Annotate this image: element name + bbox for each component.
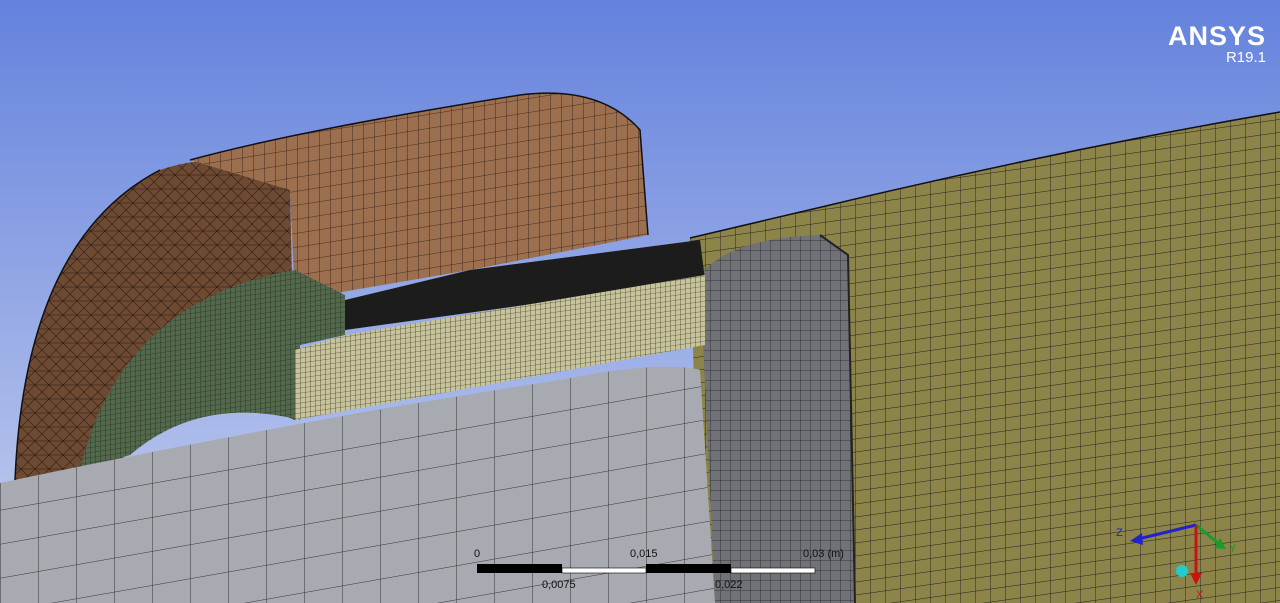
y-axis-line xyxy=(1195,523,1219,545)
scale-label-00075: 0,0075 xyxy=(542,579,576,591)
graphics-viewport[interactable]: ANSYS R19.1 0 0,015 0,03 (m) 0,0075 0,02… xyxy=(0,0,1280,603)
x-axis-arrow xyxy=(1190,573,1202,585)
scale-bar-graphic xyxy=(477,564,816,574)
z-axis-label: Z xyxy=(1116,527,1123,539)
scale-segment-1 xyxy=(477,564,562,573)
logo-version: R19.1 xyxy=(1225,49,1266,66)
scale-segment-4 xyxy=(730,567,816,574)
scale-label-0015: 0,015 xyxy=(630,548,658,560)
x-axis-label: X xyxy=(1196,589,1204,601)
logo-brand: ANSYS xyxy=(1167,21,1266,51)
scale-bar: 0 0,015 0,03 (m) 0,0075 0,022 xyxy=(470,545,850,603)
scale-label-003: 0,03 (m) xyxy=(803,548,844,560)
triad-origin-sphere xyxy=(1176,565,1188,577)
triad-graphic xyxy=(1130,523,1226,585)
mesh-model-view[interactable] xyxy=(0,0,1280,603)
scale-label-0: 0 xyxy=(474,548,481,560)
ansys-logo: ANSYS R19.1 xyxy=(1168,22,1266,66)
y-axis-label: Y xyxy=(1229,543,1237,555)
coordinate-triad[interactable]: Z Y X xyxy=(1110,505,1240,603)
z-axis-arrow xyxy=(1130,533,1143,545)
scale-segment-3 xyxy=(646,564,731,573)
z-axis-line xyxy=(1137,523,1197,541)
scale-segment-2 xyxy=(561,567,647,574)
scale-label-0022: 0,022 xyxy=(715,579,743,591)
